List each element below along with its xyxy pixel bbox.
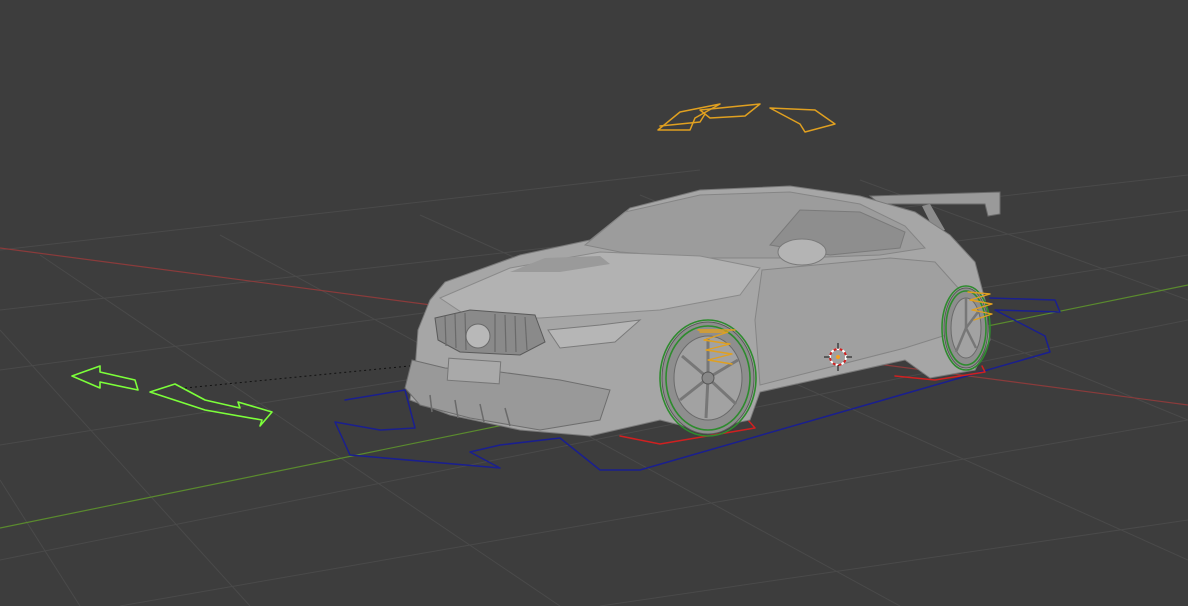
rear-wheel[interactable]: [943, 287, 989, 369]
relationship-line: [184, 363, 431, 389]
viewport-canvas[interactable]: [0, 0, 1188, 606]
steering-control[interactable]: [657, 103, 836, 133]
3d-viewport[interactable]: [0, 0, 1188, 606]
